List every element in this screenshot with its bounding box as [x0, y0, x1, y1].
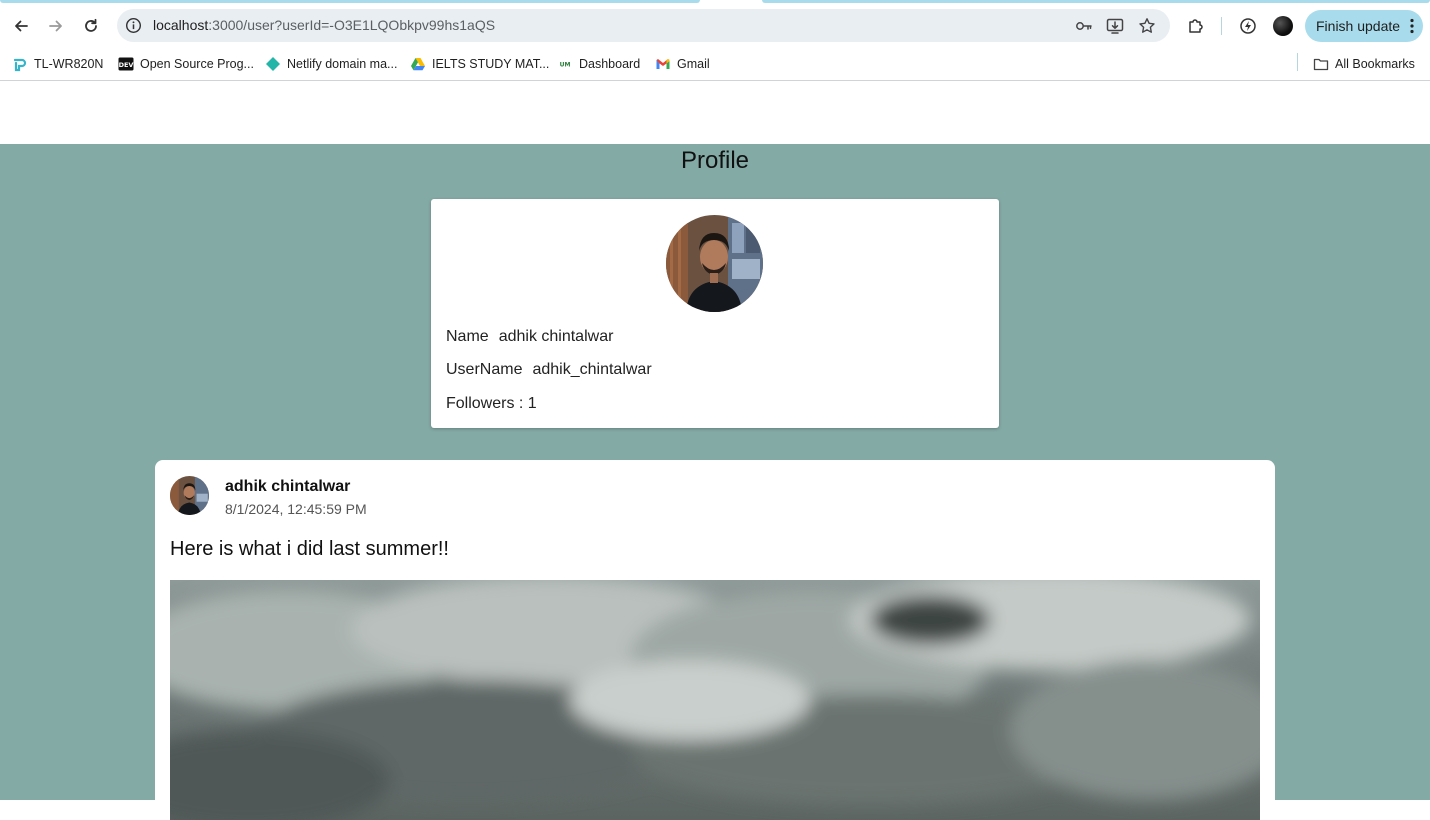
dev-icon: DEV — [118, 56, 134, 72]
profile-avatar-icon[interactable] — [1273, 16, 1293, 36]
toolbar-divider — [1221, 17, 1222, 35]
post-image[interactable] — [170, 580, 1260, 820]
bookmark-label: Gmail — [677, 57, 710, 71]
gmail-icon — [655, 56, 671, 72]
profile-page: Profile Name adhik chintalwar UserName a… — [0, 144, 1430, 820]
all-bookmarks-button[interactable]: All Bookmarks — [1313, 54, 1415, 74]
page-title: Profile — [680, 147, 750, 174]
site-info-icon[interactable] — [125, 17, 142, 34]
url-text[interactable]: localhost:3000/user?userId=-O3E1LQObkpv9… — [153, 17, 495, 33]
bookmark-item[interactable]: UM Dashboard — [557, 54, 640, 74]
bookmark-item[interactable]: Gmail — [655, 54, 710, 74]
post-author-name[interactable]: adhik chintalwar — [225, 478, 350, 496]
bookmark-label: IELTS STUDY MAT... — [432, 57, 550, 71]
profile-avatar — [666, 215, 763, 312]
post-caption: Here is what i did last summer!! — [170, 538, 449, 560]
install-app-icon[interactable] — [1106, 17, 1124, 35]
profile-card: Name adhik chintalwar UserName adhik_chint… — [431, 199, 999, 428]
extensions-puzzle-icon[interactable] — [1186, 16, 1206, 36]
post-card: adhik chintalwar 8/1/2024, 12:45:59 PM H… — [155, 460, 1275, 820]
bookmark-item[interactable]: Netlify domain ma... — [265, 54, 397, 74]
drive-icon — [410, 56, 426, 72]
tab-indicator — [762, 0, 1430, 3]
bookmark-item[interactable]: TL-WR820N — [12, 54, 103, 74]
bookmark-label: TL-WR820N — [34, 57, 104, 71]
finish-update-label: Finish update — [1316, 18, 1401, 34]
performance-icon[interactable] — [1238, 16, 1258, 36]
netlify-icon — [265, 56, 281, 72]
all-bookmarks-label: All Bookmarks — [1335, 57, 1415, 71]
page-header-area — [0, 82, 1430, 144]
folder-icon — [1313, 56, 1329, 72]
dashboard-icon: UM — [557, 56, 573, 72]
back-arrow-icon — [15, 20, 28, 32]
browser-toolbar: localhost:3000/user?userId=-O3E1LQObkpv9… — [0, 4, 1430, 48]
reload-button[interactable] — [78, 13, 104, 39]
address-bar[interactable]: localhost:3000/user?userId=-O3E1LQObkpv9… — [117, 9, 1170, 42]
bookmarks-bar: TL-WR820N DEV Open Source Prog... Netlif… — [0, 48, 1430, 81]
finish-update-button[interactable]: Finish update — [1305, 10, 1423, 42]
back-button[interactable] — [8, 13, 34, 39]
password-key-icon[interactable] — [1075, 17, 1093, 35]
forward-arrow-icon — [49, 20, 62, 32]
bookmark-label: Netlify domain ma... — [287, 57, 398, 71]
bookmark-item[interactable]: DEV Open Source Prog... — [118, 54, 254, 74]
username-value: adhik_chintalwar — [532, 361, 652, 378]
bookmark-item[interactable]: IELTS STUDY MAT... — [410, 54, 549, 74]
bookmarks-divider — [1297, 53, 1298, 71]
svg-text:UM: UM — [560, 62, 571, 69]
url-host: localhost — [153, 17, 209, 33]
name-value: adhik chintalwar — [498, 328, 614, 345]
name-label: Name — [446, 328, 489, 345]
profile-name-row: Name adhik chintalwar — [446, 328, 613, 346]
username-label: UserName — [446, 361, 523, 378]
tplink-icon — [12, 56, 28, 72]
forward-button[interactable] — [43, 13, 69, 39]
post-author-avatar[interactable] — [170, 476, 209, 515]
url-path: :3000/user?userId=-O3E1LQObkpv99hs1aQS — [208, 17, 496, 33]
bookmark-label: Dashboard — [579, 57, 641, 71]
bookmark-label: Open Source Prog... — [140, 57, 254, 71]
svg-text:DEV: DEV — [119, 61, 134, 69]
post-timestamp: 8/1/2024, 12:45:59 PM — [225, 501, 367, 517]
tab-indicator — [0, 0, 700, 3]
reload-icon — [85, 18, 97, 32]
profile-username-row: UserName adhik_chintalwar — [446, 361, 652, 379]
more-menu-icon[interactable] — [1410, 18, 1414, 34]
bookmark-star-icon[interactable] — [1138, 17, 1156, 35]
followers-count: Followers : 1 — [446, 395, 537, 412]
